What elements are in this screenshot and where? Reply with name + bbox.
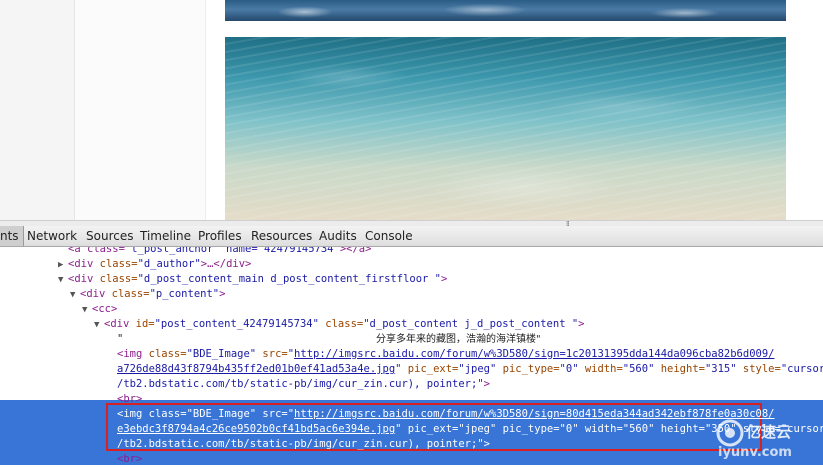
tag-text: ></a> — [339, 247, 372, 255]
attr-value: "560" — [622, 363, 655, 375]
attr-name: class= — [105, 288, 150, 300]
tag-text: <div — [104, 318, 130, 330]
collapse-triangle-icon[interactable]: ▼ — [70, 288, 80, 303]
dom-node-cc[interactable]: ▼ <cc> — [82, 302, 117, 317]
tab-console[interactable]: Console — [361, 226, 417, 246]
attr-name: height= — [654, 423, 705, 435]
dom-node-img-2-cont[interactable]: e3ebdc3f8794a4c26ce9502b0cf41bd5ac6e394e… — [117, 422, 823, 437]
attr-value: le="cursor: url( — [761, 423, 823, 435]
tab-audits[interactable]: Audits — [315, 226, 361, 246]
dom-node-d-author[interactable]: ▶ <div class="d_author">…</div> — [58, 257, 251, 272]
tab-profiles[interactable]: Profiles — [194, 226, 246, 246]
attr-value: "d_post_content j_d_post_content " — [363, 318, 579, 330]
tab-network[interactable]: Network — [23, 226, 81, 246]
collapse-triangle-icon[interactable]: ▼ — [94, 318, 104, 333]
img-src-link[interactable]: http://imgsrc.baidu.com/forum/w%3D580/si… — [294, 408, 774, 420]
collapse-triangle-icon[interactable]: ▼ — [58, 273, 68, 288]
tag-text: <div — [68, 273, 94, 285]
tag-text: <img — [117, 348, 143, 360]
page-left-gutter — [0, 0, 75, 223]
attr-value: "BDE_Image" — [186, 348, 257, 360]
dom-text-node[interactable]: " — [117, 332, 123, 347]
expand-triangle-icon[interactable]: ▶ — [58, 258, 68, 273]
attr-value: "350" — [704, 423, 737, 435]
tag-text: <img — [117, 408, 143, 420]
beach-sea-image[interactable] — [225, 37, 786, 223]
dom-node-p-content[interactable]: ▼ <div class="p_content"> — [70, 287, 225, 302]
attr-name: class= — [142, 348, 187, 360]
dom-node-br[interactable]: <br> — [117, 452, 142, 465]
attr-name: id= — [129, 318, 155, 330]
attr-name: pic_type= — [496, 423, 560, 435]
post-author-column — [75, 0, 206, 223]
attr-name: width= — [578, 363, 623, 375]
tab-timeline[interactable]: Timeline — [136, 226, 195, 246]
page-right-column — [786, 0, 823, 223]
attr-name: src= — [256, 408, 288, 420]
dom-node-img-2[interactable]: <img class="BDE_Image" src="http://imgsr… — [117, 407, 774, 422]
tag-text: > — [483, 378, 490, 390]
attr-name: style= — [736, 363, 781, 375]
dom-node-img-1-cont[interactable]: a726de88d43f8794b435ff2ed01b0ef41ad53a4e… — [117, 362, 823, 377]
tag-text: <div — [80, 288, 106, 300]
attr-value: "post_content_42479145734" — [154, 318, 319, 330]
attr-value: "cursor: url( — [780, 363, 823, 375]
tab-sources[interactable]: Sources — [82, 226, 137, 246]
collapse-triangle-icon[interactable]: ▼ — [82, 303, 92, 318]
tag-text: > — [219, 288, 226, 300]
attr-name: width= — [578, 423, 623, 435]
tab-elements[interactable]: nts — [0, 226, 24, 246]
tag-text: > — [483, 438, 490, 450]
devtools-tab-bar: nts Network Sources Timeline Profiles Re… — [0, 226, 823, 247]
img-src-link[interactable]: a726de88d43f8794b435ff2ed01b0ef41ad53a4e… — [117, 363, 395, 375]
post-text-content: 分享多年来的藏图，浩瀚的海洋镇楼" — [376, 332, 541, 347]
attr-value: "0" — [559, 423, 579, 435]
attr-value: "BDE_Image" — [186, 408, 257, 420]
devtools-panel: nts Network Sources Timeline Profiles Re… — [0, 226, 823, 465]
watermark-url: iyunv.com — [718, 445, 792, 460]
tag-text: >…</div> — [200, 258, 252, 270]
tab-resources[interactable]: Resources — [247, 226, 316, 246]
webpage-viewport — [0, 0, 823, 223]
attr-name: src= — [256, 348, 288, 360]
attr-name: class= — [318, 318, 364, 330]
dom-node-post-content-main[interactable]: ▼ <div class="d_post_content_main d_post_… — [58, 272, 447, 287]
attr-name: pic_ext= — [401, 363, 459, 375]
tag-text: <div — [68, 258, 94, 270]
tag-text: > — [441, 273, 448, 285]
tag-text: <cc> — [92, 303, 118, 315]
dom-node-post-content-div[interactable]: ▼ <div id="post_content_42479145734" clas… — [94, 317, 585, 332]
attr-name: class= — [142, 408, 187, 420]
dom-node-img-1-style[interactable]: /tb2.bdstatic.com/tb/static-pb/img/cur_z… — [117, 377, 490, 392]
attr-value: "315" — [704, 363, 737, 375]
attr-value: "d_author" — [137, 258, 201, 270]
attr-name: pic_ext= — [401, 423, 459, 435]
attr-value: "0" — [559, 363, 579, 375]
attr-name: sty — [736, 423, 762, 435]
dom-node-img-1[interactable]: <img class="BDE_Image" src="http://imgsr… — [117, 347, 774, 362]
attr-name: class= — [93, 258, 138, 270]
attr-value: "p_content" — [149, 288, 220, 300]
attr-name: class= — [93, 273, 138, 285]
attr-value: /tb2.bdstatic.com/tb/static-pb/img/cur_z… — [117, 378, 484, 390]
attr-value: "jpeg" — [458, 363, 497, 375]
attr-value: "560" — [622, 423, 655, 435]
dom-node-anchor[interactable]: <a class="t_post_anchor" name="424791457… — [68, 247, 371, 257]
tag-text: <br> — [117, 453, 143, 465]
ocean-wave-image[interactable] — [225, 0, 786, 21]
attr-value: t_post_anchor" name="42479145734" — [131, 247, 340, 255]
attr-value: /tb2.bdstatic.com/tb/static-pb/img/cur_z… — [117, 438, 484, 450]
dom-tree[interactable]: <a class="t_post_anchor" name="424791457… — [0, 247, 823, 465]
attr-value: "d_post_content_main d_post_content_firs… — [137, 273, 441, 285]
tag-text: > — [578, 318, 585, 330]
dom-node-img-2-style[interactable]: /tb2.bdstatic.com/tb/static-pb/img/cur_z… — [117, 437, 490, 452]
img-src-link[interactable]: http://imgsrc.baidu.com/forum/w%3D580/si… — [294, 348, 774, 360]
text-quote: " — [117, 333, 124, 345]
tag-text: <a class=" — [68, 247, 132, 255]
attr-name: height= — [654, 363, 705, 375]
attr-name: pic_type= — [496, 363, 560, 375]
attr-value: "jpeg" — [458, 423, 497, 435]
img-src-link[interactable]: e3ebdc3f8794a4c26ce9502b0cf41bd5ac6e394e… — [117, 423, 395, 435]
text-content: 分享多年来的藏图，浩瀚的海洋镇楼" — [376, 334, 541, 345]
